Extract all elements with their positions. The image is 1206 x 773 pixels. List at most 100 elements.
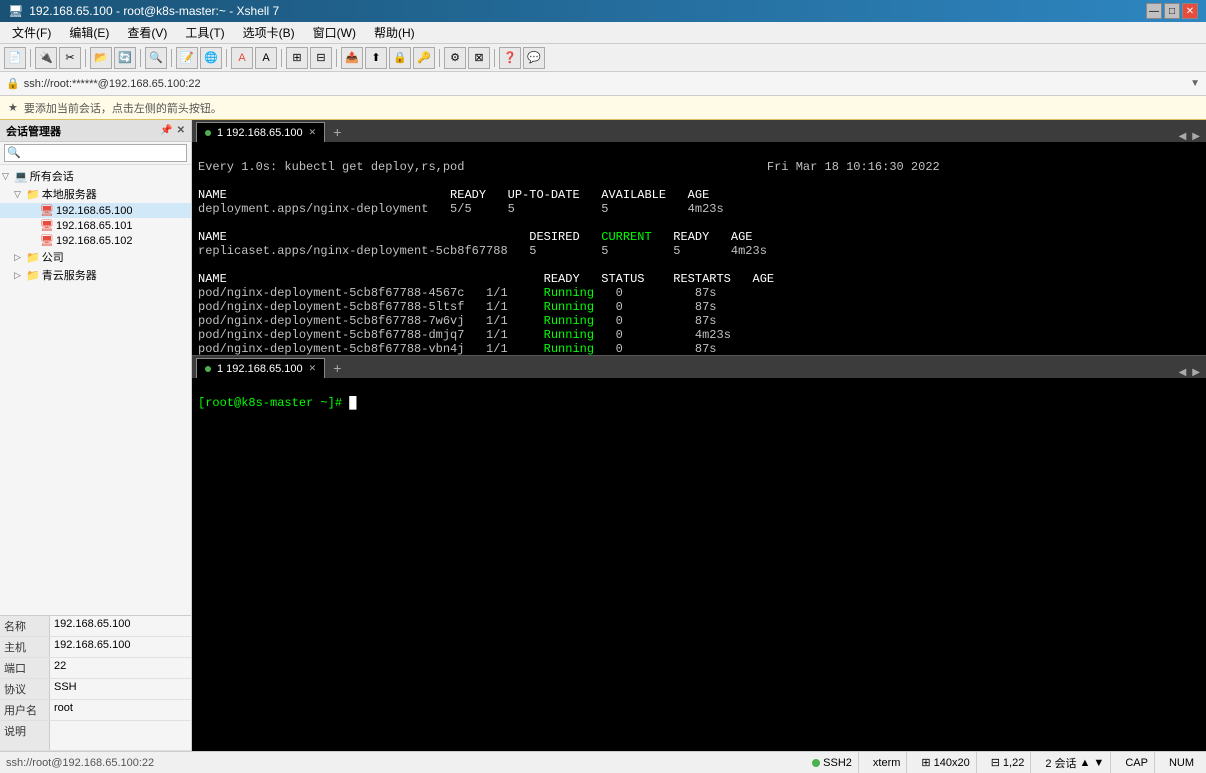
upper-tab-nav-right-icon[interactable]: ▶ [1190,131,1202,142]
info-row-protocol: 协议 SSH [0,679,191,700]
transfer-button[interactable]: 📤 [341,47,363,69]
lower-tab-1[interactable]: 1 192.168.65.100 ✕ [196,358,325,378]
upper-terminal-content[interactable]: Every 1.0s: kubectl get deploy,rs,pod Fr… [192,142,1206,355]
connect-button[interactable]: 🔌 [35,47,57,69]
sessions-up-icon[interactable]: ▲ [1080,757,1091,769]
term-pod-row-2: pod/nginx-deployment-5cb8f67788-5ltsf 1/… [198,300,717,314]
lower-tab-nav-left-icon[interactable]: ◀ [1177,367,1189,378]
font-button[interactable]: A [255,47,277,69]
term-section2-header: NAME DESIRED CURRENT READY AGE [198,230,753,244]
info-row-username: 用户名 root [0,700,191,721]
close-button[interactable]: ✕ [1182,3,1198,19]
server-101-label: 192.168.65.101 [56,220,132,232]
menu-window[interactable]: 窗口(W) [305,22,364,43]
upper-tab-bar: 1 192.168.65.100 ✕ + ◀ ▶ [192,120,1206,142]
tree-item-server-101[interactable]: 🖥 192.168.65.101 [0,218,191,233]
upper-tab-add-button[interactable]: + [327,122,347,142]
upper-tab-nav-left-icon[interactable]: ◀ [1177,131,1189,142]
compose-button[interactable]: 📝 [176,47,198,69]
status-term: xterm [867,752,908,773]
company-folder-icon: 📁 [26,251,40,264]
menu-tabs[interactable]: 选项卡(B) [235,22,303,43]
tree-item-all-sessions[interactable]: ▽ 💻 所有会话 [0,167,191,185]
help-button[interactable]: ❓ [499,47,521,69]
tree-item-local-servers[interactable]: ▽ 📁 本地服务器 [0,185,191,203]
status-num: NUM [1163,752,1200,773]
reconnect-button[interactable]: 🔄 [114,47,136,69]
term-section1-header: NAME READY UP-TO-DATE AVAILABLE AGE [198,188,709,202]
info-row-host: 主机 192.168.65.100 [0,637,191,658]
chat-button[interactable]: 💬 [523,47,545,69]
status-caps: CAP [1119,752,1155,773]
term-pod-row-4: pod/nginx-deployment-5cb8f67788-dmjq7 1/… [198,328,731,342]
all-sessions-icon: 💻 [14,170,28,183]
lower-tab-add-button[interactable]: + [327,358,347,378]
upload-button[interactable]: ⬆ [365,47,387,69]
lower-terminal-content[interactable]: [root@k8s-master ~]# █ [192,378,1206,751]
expand-company-icon: ▷ [14,252,26,263]
address-dropdown-icon[interactable]: ▼ [1190,78,1200,89]
menu-edit[interactable]: 编辑(E) [61,22,117,43]
menu-help[interactable]: 帮助(H) [366,22,423,43]
menu-file[interactable]: 文件(F) [4,22,59,43]
info-val-protocol: SSH [50,679,81,699]
all-sessions-label: 所有会话 [30,168,74,184]
status-sessions: 2 会话 ▲ ▼ [1039,752,1111,773]
status-pos-label: 1,22 [1003,757,1024,769]
key-button[interactable]: 🔑 [413,47,435,69]
tree-item-company[interactable]: ▷ 📁 公司 [0,248,191,266]
minimize-button[interactable]: — [1146,3,1162,19]
search-button[interactable]: 🔍 [145,47,167,69]
sessions-down-icon[interactable]: ▼ [1093,757,1104,769]
settings-button[interactable]: ⚙ [444,47,466,69]
layout-button[interactable]: ⊟ [310,47,332,69]
window-title: 192.168.65.100 - root@k8s-master:~ - Xsh… [29,4,279,18]
info-key-username: 用户名 [0,700,50,720]
tree-item-server-102[interactable]: 🖥 192.168.65.102 [0,233,191,248]
lower-tab-nav: ◀ ▶ [1177,367,1202,378]
term-section3-header: NAME READY STATUS RESTARTS AGE [198,272,774,286]
title-bar: 🖥 192.168.65.100 - root@k8s-master:~ - X… [0,0,1206,22]
upper-tab-1[interactable]: 1 192.168.65.100 ✕ [196,122,325,142]
split-button[interactable]: ⊠ [468,47,490,69]
server-100-label: 192.168.65.100 [56,205,132,217]
expand-102-icon [28,236,40,246]
upper-tab-close-icon[interactable]: ✕ [309,127,317,138]
menu-tools[interactable]: 工具(T) [177,22,232,43]
info-val-host: 192.168.65.100 [50,637,134,657]
zoom-button[interactable]: ⊞ [286,47,308,69]
lower-tab-close-icon[interactable]: ✕ [309,363,317,374]
sidebar-close-icon[interactable]: ✕ [177,125,185,136]
menu-view[interactable]: 查看(V) [119,22,175,43]
sidebar-pin-icon[interactable]: 📌 [160,125,172,136]
status-dot-icon [812,759,820,767]
sidebar-search-input[interactable] [4,144,187,162]
status-ssh: SSH2 [806,752,859,773]
new-session-button[interactable]: 📄 [4,47,26,69]
color-button[interactable]: A [231,47,253,69]
status-term-label: xterm [873,757,901,769]
title-bar-left: 🖥 192.168.65.100 - root@k8s-master:~ - X… [8,4,279,18]
lock-button[interactable]: 🔒 [389,47,411,69]
tree-item-cloud-servers[interactable]: ▷ 📁 青云服务器 [0,266,191,284]
status-pos: ⊟ 1,22 [985,752,1032,773]
tree-item-server-100[interactable]: 🖥 192.168.65.100 [0,203,191,218]
lower-tab-nav-right-icon[interactable]: ▶ [1190,367,1202,378]
globe-button[interactable]: 🌐 [200,47,222,69]
expand-local-icon: ▽ [14,189,26,200]
maximize-button[interactable]: □ [1164,3,1180,19]
lock-icon: 🔒 [6,77,20,90]
server-100-icon: 🖥 [40,204,54,217]
term-rs-row: replicaset.apps/nginx-deployment-5cb8f67… [198,244,767,258]
terminal-pane-upper: 1 192.168.65.100 ✕ + ◀ ▶ Every 1.0s: kub… [192,120,1206,355]
server-102-icon: 🖥 [40,234,54,247]
disconnect-button[interactable]: ✂ [59,47,81,69]
main-layout: 会话管理器 📌 ✕ ▽ 💻 所有会话 ▽ 📁 本地服务器 [0,120,1206,751]
status-path: ssh://root@192.168.65.100:22 [6,757,154,769]
info-key-name: 名称 [0,616,50,636]
status-size: ⊞ 140x20 [915,752,976,773]
upper-tab-dot [205,130,211,136]
open-button[interactable]: 📂 [90,47,112,69]
terminal-area: 1 192.168.65.100 ✕ + ◀ ▶ Every 1.0s: kub… [192,120,1206,751]
sidebar-title: 会话管理器 [6,123,61,139]
